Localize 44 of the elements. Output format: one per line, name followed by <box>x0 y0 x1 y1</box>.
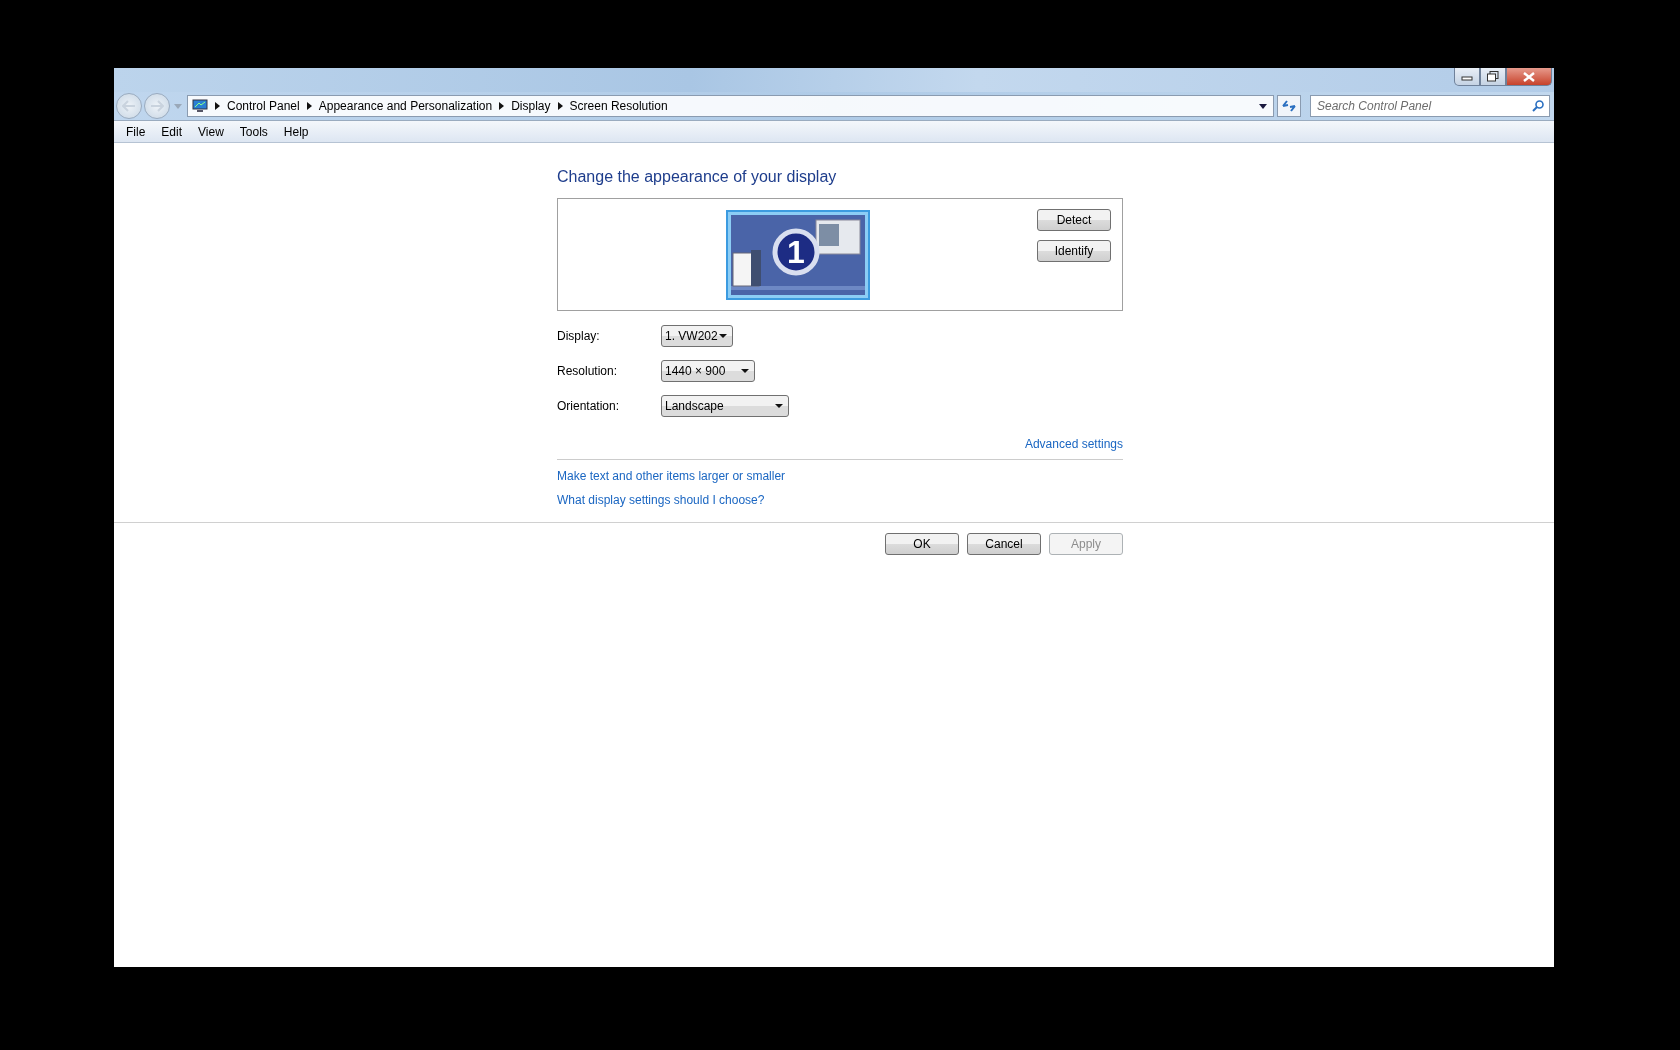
dropdown-caret-icon <box>741 369 749 373</box>
help-link[interactable]: Make text and other items larger or smaller <box>557 469 786 483</box>
menu-item[interactable]: Tools <box>231 124 276 139</box>
panel-button[interactable]: Detect <box>1037 209 1111 231</box>
dropdown-caret-icon <box>719 334 727 338</box>
forward-arrow-icon <box>150 100 164 112</box>
search-icon <box>1532 100 1544 112</box>
setting-label: Resolution: <box>557 364 619 378</box>
setting-label: Display: <box>557 329 601 343</box>
menu-item[interactable]: Edit <box>153 124 191 139</box>
dialog-button[interactable]: OK <box>885 533 959 555</box>
search-field[interactable]: Search Control Panel <box>1310 95 1550 117</box>
refresh-button[interactable] <box>1277 95 1301 117</box>
breadcrumb[interactable]: Screen Resolution <box>569 99 668 113</box>
breadcrumb[interactable]: Control Panel <box>227 99 300 113</box>
advanced-settings-link[interactable]: Advanced settings <box>1024 437 1123 451</box>
breadcrumb-arrow-icon[interactable] <box>215 102 220 110</box>
dropdown-caret-icon <box>775 404 783 408</box>
setting-label: Orientation: <box>557 399 621 413</box>
dropdown[interactable]: 1440 × 900 <box>661 360 755 382</box>
close-icon <box>1523 71 1535 82</box>
monitor-icon <box>192 99 208 113</box>
close-button[interactable] <box>1506 68 1552 86</box>
breadcrumb[interactable]: Appearance and Personalization <box>318 99 493 113</box>
menu-item[interactable]: View <box>190 124 232 139</box>
dialog-button[interactable]: Cancel <box>967 533 1041 555</box>
dropdown[interactable]: 1. VW202 <box>661 325 733 347</box>
restore-icon <box>1487 71 1499 82</box>
restore-button[interactable] <box>1480 68 1506 86</box>
breadcrumb-arrow-icon[interactable] <box>557 102 563 110</box>
breadcrumb[interactable]: Display <box>511 99 551 113</box>
menu-item[interactable]: File <box>118 124 154 139</box>
refresh-arrows-icon <box>1281 99 1297 113</box>
dropdown[interactable]: Landscape <box>661 395 789 417</box>
page-heading: Change the appearance of your display <box>557 168 838 186</box>
back-arrow-icon <box>122 100 136 112</box>
help-link[interactable]: What display settings should I choose? <box>557 493 765 507</box>
menu-item[interactable]: Help <box>275 124 317 139</box>
breadcrumb-arrow-icon[interactable] <box>499 102 505 110</box>
panel-button[interactable]: Identify <box>1037 240 1111 262</box>
address-bar[interactable]: Control Panel Appearance and Personalization Display Screen Resolution <box>187 95 1274 117</box>
breadcrumb-arrow-icon[interactable] <box>306 102 312 110</box>
display-monitor-drawing[interactable]: 1 <box>725 210 870 300</box>
dropdown-caret-icon[interactable] <box>1259 103 1267 109</box>
